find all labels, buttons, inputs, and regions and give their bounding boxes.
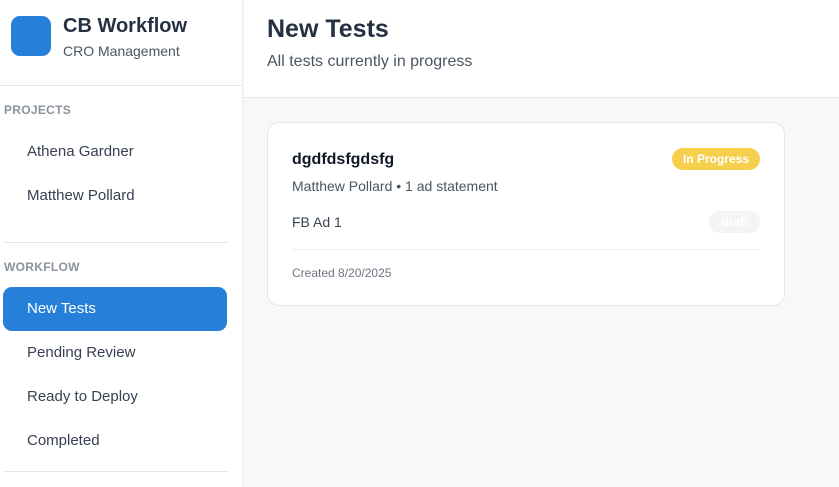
projects-section-label: PROJECTS <box>4 103 72 117</box>
sidebar-item-completed[interactable]: Completed <box>3 419 227 463</box>
test-meta: Matthew Pollard • 1 ad statement <box>292 178 498 194</box>
page-header: New Tests All tests currently in progres… <box>244 0 839 98</box>
sidebar-item-athena-gardner[interactable]: Athena Gardner <box>3 130 227 174</box>
ad-status-badge: draft <box>709 211 760 233</box>
status-badge: In Progress <box>671 148 760 170</box>
sidebar-item-matthew-pollard[interactable]: Matthew Pollard <box>3 174 227 218</box>
sidebar: CB Workflow CRO Management PROJECTS Athe… <box>0 0 243 487</box>
sidebar-item-pending-review[interactable]: Pending Review <box>3 331 227 375</box>
sidebar-divider <box>4 471 228 472</box>
test-name: dgdfdsfgdsfg <box>292 151 395 168</box>
app-subtitle: CRO Management <box>63 43 180 59</box>
test-card[interactable]: dgdfdsfgdsfg In Progress Matthew Pollard… <box>267 122 785 306</box>
page-subtitle: All tests currently in progress <box>267 53 473 70</box>
app-title: CB Workflow <box>63 15 188 37</box>
sidebar-item-new-tests[interactable]: New Tests <box>3 287 227 331</box>
created-date: Created 8/20/2025 <box>292 266 392 280</box>
sidebar-item-ready-to-deploy[interactable]: Ready to Deploy <box>3 375 227 419</box>
ad-name: FB Ad 1 <box>292 214 342 230</box>
brand-header: CB Workflow CRO Management <box>0 0 242 86</box>
page-title: New Tests <box>267 15 389 43</box>
card-divider <box>292 249 760 250</box>
app-logo <box>11 16 51 56</box>
workflow-section-label: WORKFLOW <box>4 260 80 274</box>
sidebar-divider <box>4 242 228 243</box>
